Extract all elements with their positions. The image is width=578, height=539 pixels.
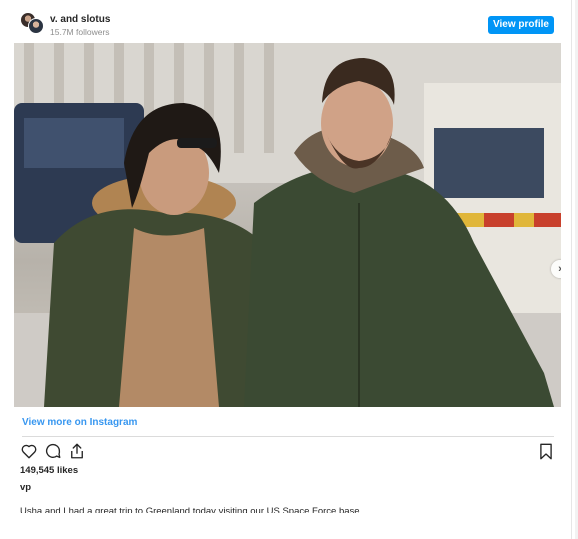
- avatar[interactable]: [28, 18, 44, 34]
- view-profile-button[interactable]: View profile: [488, 16, 554, 34]
- username[interactable]: v. and slotus: [50, 14, 110, 25]
- post-caption: Usha and I had a great trip to Greenland…: [20, 506, 360, 513]
- post-header: v. and slotus 15.7M followers View profi…: [0, 0, 572, 43]
- share-icon[interactable]: [68, 442, 86, 460]
- like-count[interactable]: 149,545 likes: [20, 465, 78, 476]
- post-photo[interactable]: ›: [14, 43, 561, 407]
- heart-icon[interactable]: [20, 442, 38, 460]
- post-author[interactable]: vp: [20, 482, 31, 493]
- bookmark-icon[interactable]: [539, 443, 553, 460]
- photo-scene: [14, 43, 561, 407]
- follower-count: 15.7M followers: [50, 27, 110, 37]
- divider: [22, 436, 554, 437]
- collab-avatars[interactable]: [20, 12, 46, 36]
- comment-icon[interactable]: [44, 442, 62, 460]
- caption-container: Usha and I had a great trip to Greenland…: [20, 505, 540, 513]
- instagram-embed-card: v. and slotus 15.7M followers View profi…: [0, 0, 572, 539]
- view-more-link[interactable]: View more on Instagram: [22, 417, 137, 428]
